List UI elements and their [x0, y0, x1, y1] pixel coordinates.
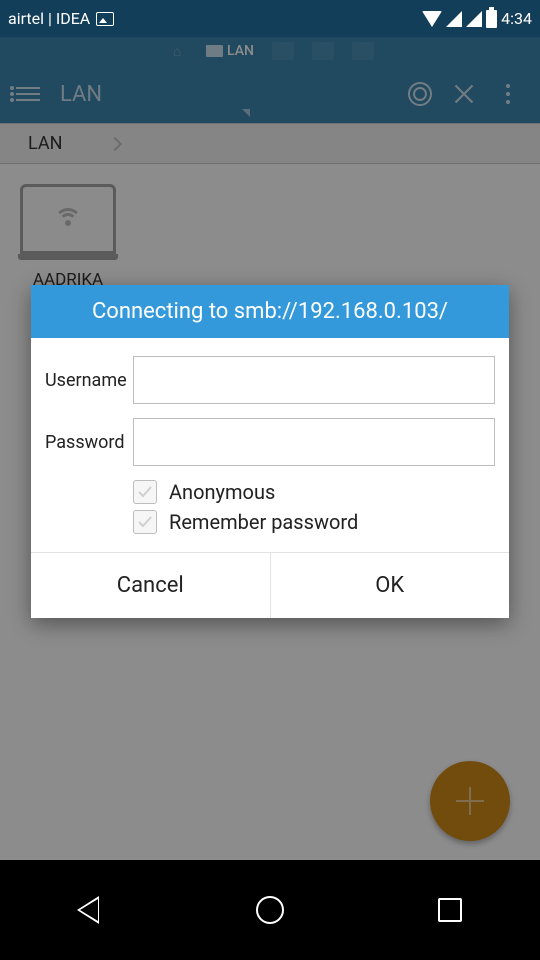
connect-dialog: Connecting to smb://192.168.0.103/ Usern…	[31, 285, 509, 618]
anonymous-checkbox[interactable]	[133, 480, 157, 504]
password-label: Password	[45, 432, 133, 453]
system-navbar	[0, 860, 540, 960]
anonymous-label: Anonymous	[169, 480, 275, 504]
wifi-icon	[422, 11, 442, 27]
picture-icon	[96, 12, 114, 26]
remember-label: Remember password	[169, 510, 358, 534]
ok-button[interactable]: OK	[271, 553, 510, 618]
battery-icon	[486, 10, 497, 28]
signal-icon-1	[446, 11, 462, 27]
username-input[interactable]	[133, 356, 495, 404]
signal-icon-2	[466, 11, 482, 27]
nav-back[interactable]	[73, 893, 107, 927]
clock: 4:34	[501, 9, 532, 28]
cancel-button[interactable]: Cancel	[31, 553, 271, 618]
carrier-label: airtel | IDEA	[8, 9, 90, 28]
password-input[interactable]	[133, 418, 495, 466]
status-bar: airtel | IDEA 4:34	[0, 0, 540, 37]
nav-home[interactable]	[253, 893, 287, 927]
dialog-title: Connecting to smb://192.168.0.103/	[31, 285, 509, 338]
remember-checkbox[interactable]	[133, 510, 157, 534]
username-label: Username	[45, 370, 133, 391]
nav-recent[interactable]	[433, 893, 467, 927]
